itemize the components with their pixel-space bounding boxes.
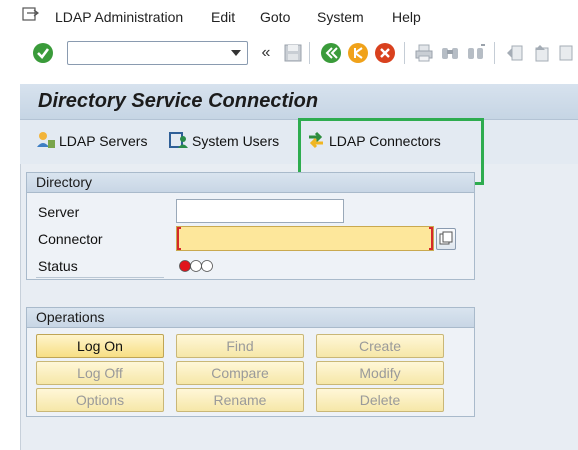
required-field-marker	[177, 227, 181, 250]
status-underline	[36, 277, 164, 278]
menu-ldap-administration[interactable]: LDAP Administration	[55, 9, 183, 25]
system-users-label: System Users	[192, 133, 280, 149]
delete-button[interactable]: Delete	[316, 388, 444, 412]
toolbar-separator	[494, 42, 495, 64]
exit-icon[interactable]	[346, 41, 370, 65]
command-field[interactable]	[67, 41, 248, 65]
log-on-button[interactable]: Log On	[36, 334, 164, 358]
print-icon[interactable]	[412, 41, 436, 65]
next-page-icon[interactable]	[554, 41, 578, 65]
log-off-button[interactable]: Log Off	[36, 361, 164, 385]
connector-label: Connector	[38, 231, 103, 247]
operations-group-header: Operations	[27, 308, 474, 328]
save-icon[interactable]	[281, 41, 305, 65]
find-button[interactable]: Find	[176, 334, 304, 358]
server-label: Server	[38, 204, 80, 220]
previous-page-icon[interactable]	[528, 41, 552, 65]
collapse-double-chevron-icon[interactable]: «	[254, 41, 278, 65]
menu-bar: LDAP Administration Edit Goto System Hel…	[0, 0, 578, 34]
ldap-servers-label: LDAP Servers	[59, 133, 148, 149]
directory-group-header: Directory	[27, 173, 474, 193]
toolbar-separator	[404, 42, 405, 64]
find-next-icon[interactable]	[464, 41, 488, 65]
modify-button[interactable]: Modify	[316, 361, 444, 385]
toolbar-separator	[309, 42, 310, 64]
server-input[interactable]	[176, 199, 344, 223]
menu-system[interactable]: System	[317, 9, 364, 25]
connector-input[interactable]	[176, 226, 434, 251]
chevron-down-icon[interactable]	[231, 50, 241, 56]
system-users-button[interactable]: System Users	[169, 130, 279, 152]
ldap-servers-button[interactable]: LDAP Servers	[36, 130, 147, 152]
create-button[interactable]: Create	[316, 334, 444, 358]
enter-check-icon[interactable]	[31, 41, 55, 65]
rename-button[interactable]: Rename	[176, 388, 304, 412]
find-icon[interactable]	[438, 41, 462, 65]
back-icon[interactable]	[319, 41, 343, 65]
cancel-icon[interactable]	[373, 41, 397, 65]
status-traffic-light-icon	[178, 259, 218, 273]
status-label: Status	[38, 258, 78, 274]
compare-button[interactable]: Compare	[176, 361, 304, 385]
options-button[interactable]: Options	[36, 388, 164, 412]
required-field-marker	[429, 227, 433, 250]
page-title: Directory Service Connection	[38, 90, 319, 112]
ldap-servers-icon	[36, 130, 56, 153]
first-page-icon[interactable]	[502, 41, 526, 65]
menu-edit[interactable]: Edit	[211, 9, 235, 25]
menu-help[interactable]: Help	[392, 9, 421, 25]
menu-goto[interactable]: Goto	[260, 9, 290, 25]
system-menu-icon[interactable]	[22, 7, 40, 23]
value-help-icon[interactable]	[436, 228, 456, 250]
system-users-icon	[169, 130, 189, 153]
